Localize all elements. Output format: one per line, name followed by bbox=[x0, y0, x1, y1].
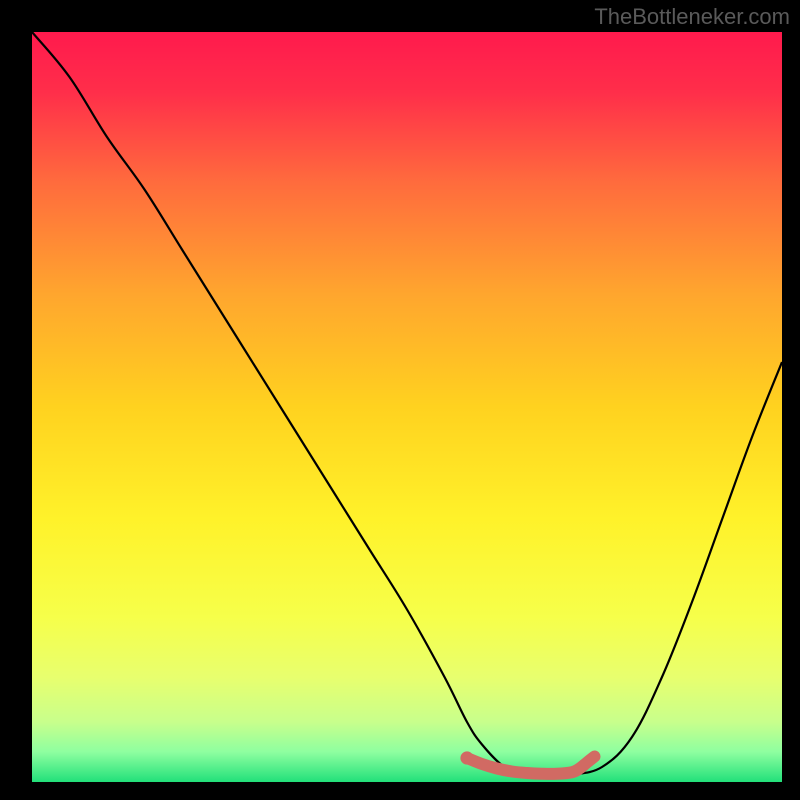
watermark-text: TheBottleneker.com bbox=[594, 4, 790, 30]
optimal-band-start-dot bbox=[460, 751, 473, 764]
chart-container: TheBottleneker.com bbox=[0, 0, 800, 800]
gradient-background bbox=[32, 32, 782, 782]
chart-svg bbox=[0, 0, 800, 800]
